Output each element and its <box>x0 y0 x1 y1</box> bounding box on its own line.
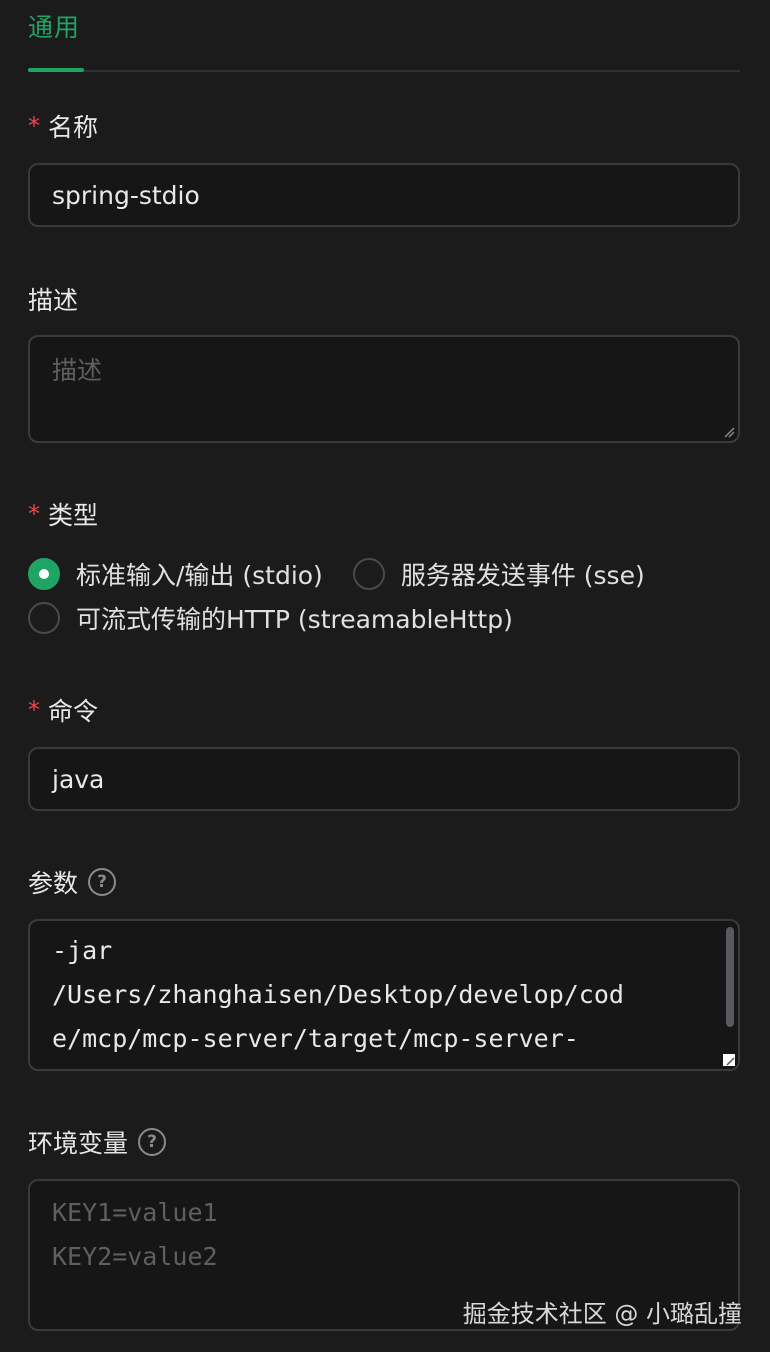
args-line: -jar <box>52 936 113 965</box>
radio-stdio-label: 标准输入/输出 (stdio) <box>76 561 323 590</box>
type-radio-group: 标准输入/输出 (stdio) 服务器发送事件 (sse) <box>28 556 675 592</box>
tab-general[interactable]: 通用 <box>28 8 80 44</box>
radio-stdio[interactable]: 标准输入/输出 (stdio) <box>28 556 323 592</box>
active-tab-indicator <box>28 68 84 72</box>
command-input[interactable]: java <box>28 747 740 811</box>
args-textarea[interactable]: -jar /Users/zhanghaisen/Desktop/develop/… <box>28 919 740 1071</box>
description-textarea[interactable]: 描述 <box>28 335 740 443</box>
name-label-text: 名称 <box>48 113 99 142</box>
description-label: 描述 <box>28 281 78 317</box>
args-label-text: 参数 <box>28 869 79 898</box>
question-circle-icon[interactable]: ? <box>88 868 117 896</box>
resize-handle-icon[interactable] <box>723 1054 735 1066</box>
name-input-value: spring-stdio <box>52 180 200 210</box>
radio-sse-label: 服务器发送事件 (sse) <box>400 561 645 590</box>
args-label: 参数 ? <box>28 864 117 900</box>
env-label-text: 环境变量 <box>28 1129 129 1158</box>
command-label: * 命令 <box>28 692 98 728</box>
type-radio-group-row2: 可流式传输的HTTP (streamableHttp) <box>28 600 543 636</box>
radio-streamable-http[interactable]: 可流式传输的HTTP (streamableHttp) <box>28 600 513 636</box>
radio-sse[interactable]: 服务器发送事件 (sse) <box>352 556 645 592</box>
command-label-text: 命令 <box>48 697 99 726</box>
question-circle-icon[interactable]: ? <box>138 1128 167 1156</box>
radio-unchecked-icon <box>28 602 60 634</box>
env-placeholder-line: KEY2=value2 <box>52 1242 218 1271</box>
command-input-value: java <box>52 764 105 794</box>
required-mark: * <box>28 500 40 528</box>
required-mark: * <box>28 112 40 140</box>
name-label: * 名称 <box>28 108 98 144</box>
type-label: * 类型 <box>28 496 98 532</box>
required-mark: * <box>28 696 40 724</box>
env-label: 环境变量 ? <box>28 1124 167 1160</box>
resize-handle-icon[interactable] <box>723 426 735 438</box>
radio-unchecked-icon <box>352 558 385 590</box>
radio-streamable-http-label: 可流式传输的HTTP (streamableHttp) <box>76 605 513 634</box>
args-line: /Users/zhanghaisen/Desktop/develop/cod <box>52 980 624 1009</box>
description-placeholder: 描述 <box>52 356 103 385</box>
tab-bar: 通用 <box>28 0 740 72</box>
type-label-text: 类型 <box>48 501 99 530</box>
args-line: e/mcp/mcp-server/target/mcp-server- <box>52 1024 579 1053</box>
watermark: 掘金技术社区 @ 小璐乱撞 <box>462 1300 742 1328</box>
description-label-text: 描述 <box>28 286 79 315</box>
scrollbar[interactable] <box>726 927 734 1027</box>
name-input[interactable]: spring-stdio <box>28 163 740 227</box>
env-placeholder-line: KEY1=value1 <box>52 1198 218 1227</box>
radio-checked-icon <box>28 558 60 590</box>
